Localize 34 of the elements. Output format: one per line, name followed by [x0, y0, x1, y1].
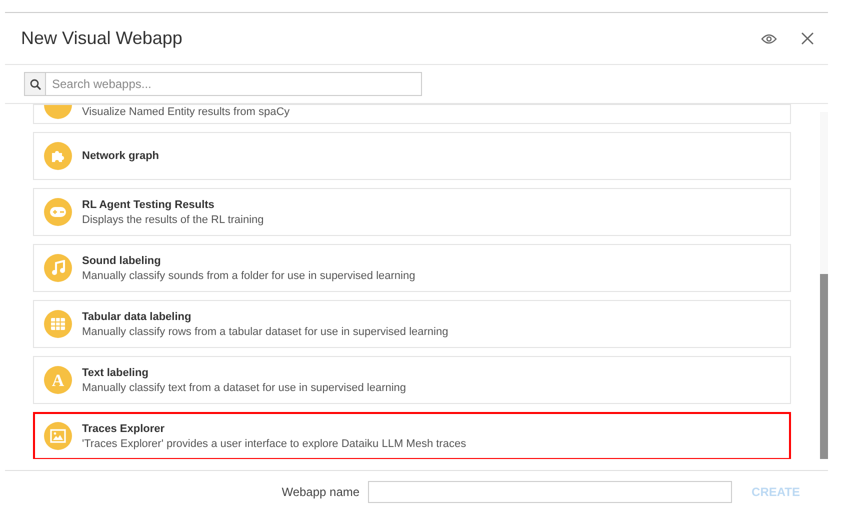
search-icon — [30, 78, 40, 90]
image-icon — [50, 429, 66, 443]
scrollbar[interactable] — [820, 112, 828, 459]
webapp-title: Tabular data labeling — [82, 310, 192, 322]
webapp-description: 'Traces Explorer' provides a user interface to explore Dataiku LLM Mesh traces — [82, 438, 466, 450]
webapp-description: Displays the results of the RL training — [82, 214, 264, 226]
webapp-card[interactable]: Network graph — [33, 132, 791, 180]
webapp-title: RL Agent Testing Results — [82, 198, 216, 210]
webapp-card[interactable]: A Text labeling Manually classify text from a dataset for use in supervised learning — [33, 356, 791, 404]
dialog-title: New Visual Webapp — [21, 28, 182, 49]
webapp-description: Manually classify rows from a tabular dataset for use in supervised learning — [82, 326, 448, 338]
webapp-card[interactable]: RL Agent Testing Results Displays the results of the RL training — [33, 188, 791, 236]
webapp-title: Text labeling — [82, 366, 150, 378]
eye-icon[interactable] — [761, 34, 777, 44]
webapp-name-field[interactable] — [368, 481, 732, 503]
search-field[interactable]: Search webapps... — [46, 72, 422, 96]
webapp-title: Sound labeling — [82, 254, 162, 266]
webapp-description: Visualize Named Entity results from spaCy — [82, 106, 290, 118]
music-note-icon — [51, 260, 65, 276]
webapp-description: Manually classify sounds from a folder for use in supervised learning — [82, 270, 416, 282]
close-icon[interactable] — [801, 32, 814, 45]
letter-icon: A — [52, 372, 64, 388]
webapp-title: Network graph — [82, 150, 160, 162]
field-label: Webapp name — [282, 485, 360, 499]
webapp-card[interactable]: Visualize Named Entity results from spaCy — [33, 104, 791, 124]
webapp-description: Manually classify text from a dataset for use in supervised learning — [82, 382, 406, 394]
puzzle-icon — [51, 149, 65, 163]
app-icon — [44, 105, 72, 119]
gamepad-icon — [49, 206, 67, 218]
webapp-card[interactable]: Tabular data labeling Manually classify rows from a tabular dataset for use in supervised learning — [33, 300, 791, 348]
webapp-card[interactable]: Traces Explorer 'Traces Explorer' provides a user interface to explore Dataiku LLM Mesh traces — [33, 412, 791, 459]
webapp-card[interactable]: Sound labeling Manually classify sounds from a folder for use in supervised learning — [33, 244, 791, 292]
webapp-title: Traces Explorer — [82, 422, 166, 434]
table-icon — [50, 317, 66, 331]
